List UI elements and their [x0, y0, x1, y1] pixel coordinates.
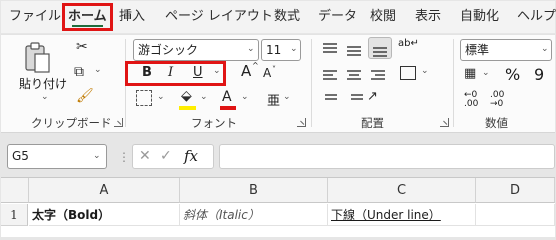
column-header-b[interactable]: B — [180, 178, 328, 203]
phonetic-chevron-icon[interactable]: ⌄ — [283, 92, 291, 102]
merge-center-icon[interactable] — [400, 66, 416, 80]
tab-insert[interactable]: 挿入 — [119, 3, 145, 31]
italic-button[interactable]: I — [168, 65, 173, 80]
insert-function-button[interactable]: fx — [184, 147, 198, 165]
percent-button[interactable]: % — [505, 65, 520, 84]
align-bottom-button[interactable] — [368, 37, 392, 59]
tab-formulas[interactable]: 数式 — [274, 3, 300, 31]
cell-d1[interactable] — [476, 204, 555, 226]
fill-color-chevron-icon[interactable]: ⌄ — [200, 92, 208, 102]
copy-dropdown-chevron-icon[interactable]: ⌄ — [94, 65, 102, 75]
name-box-chevron-icon[interactable]: ⌄ — [93, 151, 101, 161]
font-size-chevron-icon[interactable]: ⌄ — [290, 44, 298, 54]
fill-color-icon[interactable]: ⬙ — [181, 89, 192, 103]
wrap-text-button[interactable]: ab↵ — [398, 39, 419, 49]
font-group-label: フォント — [191, 116, 237, 130]
column-header-d[interactable]: D — [476, 178, 555, 203]
shrink-font-caret-icon: ˅ — [272, 65, 276, 74]
underline-chevron-icon[interactable]: ⌄ — [213, 66, 221, 76]
fill-color-swatch — [179, 106, 196, 110]
tab-home[interactable]: ホーム — [62, 3, 113, 31]
accounting-chevron-icon[interactable]: ⌄ — [482, 68, 490, 78]
shrink-font-button[interactable]: A — [263, 66, 271, 80]
tab-automate[interactable]: 自動化 — [460, 3, 499, 31]
more-options-icon[interactable]: ⋮ — [118, 150, 130, 164]
alignment-icons — [323, 43, 385, 100]
formula-buttons: ✕ ✓ fx — [132, 144, 214, 169]
name-box-value: G5 — [12, 149, 29, 163]
group-separator — [311, 39, 312, 127]
number-group-label: 数値 — [485, 116, 508, 130]
font-style-highlight — [125, 61, 226, 86]
column-header-c[interactable]: C — [328, 178, 476, 203]
column-header-a[interactable]: A — [29, 178, 180, 203]
decrease-decimal-icon[interactable]: .00 →0 — [490, 91, 504, 109]
font-color-swatch — [220, 106, 236, 110]
borders-chevron-icon[interactable]: ⌄ — [157, 92, 165, 102]
font-name-select[interactable]: 游ゴシック — [133, 39, 259, 61]
paste-label[interactable]: 貼り付け — [19, 75, 67, 92]
font-name-chevron-icon[interactable]: ⌄ — [247, 44, 255, 54]
underline-button[interactable]: U — [193, 65, 203, 80]
number-format-value: 標準 — [465, 43, 490, 57]
tab-view[interactable]: 表示 — [415, 3, 441, 31]
font-launcher-icon[interactable] — [297, 118, 306, 127]
worksheet-grid: A B C D 1 太字（Bold） 斜体（Italic） 下線（Under l… — [1, 177, 555, 237]
enter-icon[interactable]: ✓ — [160, 148, 172, 164]
copy-icon[interactable]: ⧉ — [74, 65, 84, 79]
tab-help[interactable]: ヘルプ — [517, 3, 556, 31]
merge-chevron-icon[interactable]: ⌄ — [421, 66, 429, 76]
paste-button[interactable] — [23, 41, 53, 75]
ribbon-tab-bar: ファイル ホーム 挿入 ページ レイアウト 数式 データ 校閲 表示 自動化 ヘ… — [1, 1, 556, 33]
font-name-value: 游ゴシック — [138, 43, 199, 57]
clipboard-icon — [25, 42, 50, 73]
number-format-select[interactable]: 標準 — [460, 39, 552, 61]
paste-dropdown-chevron-icon[interactable]: ⌄ — [41, 92, 49, 102]
borders-icon[interactable] — [136, 90, 152, 106]
cancel-icon[interactable]: ✕ — [139, 148, 151, 164]
clipboard-launcher-icon[interactable] — [114, 118, 123, 127]
group-separator — [453, 39, 454, 127]
orientation-icon[interactable]: ↗ — [367, 90, 378, 104]
increase-decimal-icon[interactable]: ←0.00 — [464, 91, 478, 109]
grow-font-caret-icon: ^ — [252, 61, 259, 70]
bold-button[interactable]: B — [142, 65, 152, 80]
format-painter-icon[interactable]: 🖌 — [76, 89, 94, 103]
tab-page-layout[interactable]: ページ レイアウト — [165, 3, 273, 31]
select-all-corner[interactable] — [1, 178, 29, 203]
grow-font-button[interactable]: A — [241, 62, 251, 80]
cell-c1[interactable]: 下線（Under line） — [328, 204, 476, 226]
comma-style-button[interactable]: 9 — [534, 65, 544, 84]
tab-file[interactable]: ファイル — [9, 3, 61, 31]
cell-a1[interactable]: 太字（Bold） — [29, 204, 180, 226]
formula-input[interactable] — [219, 144, 555, 169]
align-bottom-icon — [373, 47, 387, 57]
alignment-launcher-icon[interactable] — [440, 118, 449, 127]
phonetic-guide-button[interactable]: 亜 — [267, 90, 280, 109]
clipboard-group-label: クリップボード — [31, 116, 112, 130]
number-format-chevron-icon[interactable]: ⌄ — [541, 44, 549, 54]
font-color-chevron-icon[interactable]: ⌄ — [241, 92, 249, 102]
ribbon: 貼り付け ⌄ ✂ ⧉ ⌄ 🖌 クリップボード 游ゴシック ⌄ 11 ⌄ B I … — [1, 34, 555, 133]
alignment-group-label: 配置 — [361, 116, 384, 130]
tab-data[interactable]: データ — [318, 3, 357, 31]
formula-bar: G5 ⌄ ⋮ ✕ ✓ fx — [1, 139, 555, 173]
name-box[interactable]: G5 — [7, 144, 107, 169]
accounting-format-icon[interactable]: ▦ — [464, 67, 476, 81]
tab-review[interactable]: 校閲 — [370, 3, 396, 31]
font-color-button[interactable]: A — [222, 89, 232, 105]
font-size-value: 11 — [266, 43, 282, 57]
row-header-1[interactable]: 1 — [1, 204, 28, 226]
cut-icon[interactable]: ✂ — [76, 40, 88, 54]
cell-b1[interactable]: 斜体（Italic） — [180, 204, 328, 226]
